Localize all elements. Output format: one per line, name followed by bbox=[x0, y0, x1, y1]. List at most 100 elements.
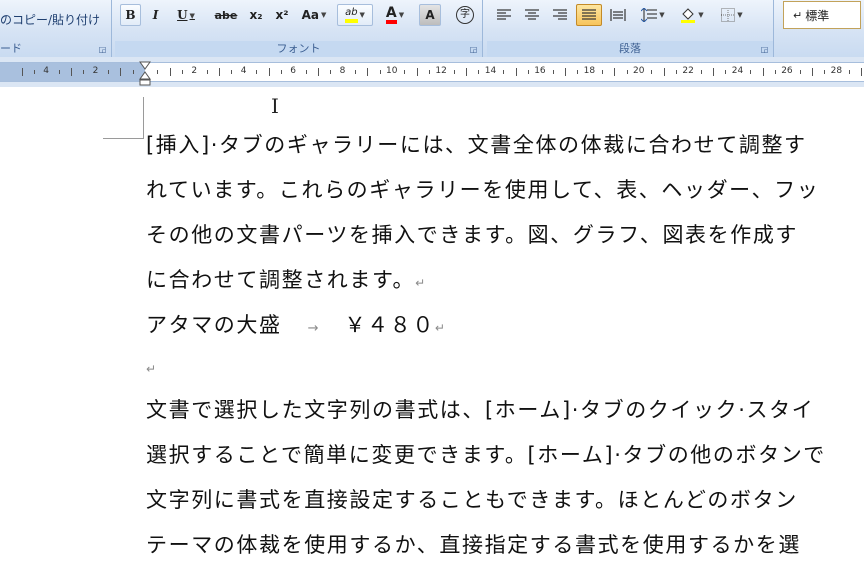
highlighter-icon: ab bbox=[345, 7, 358, 23]
ruler-tick bbox=[416, 68, 418, 76]
justify-button[interactable] bbox=[576, 4, 602, 26]
ruler-tick bbox=[379, 70, 381, 74]
align-center-icon bbox=[525, 9, 539, 20]
borders-icon bbox=[721, 8, 736, 22]
distributed-button[interactable] bbox=[606, 4, 630, 26]
ruler-tick bbox=[169, 68, 171, 76]
bold-button[interactable]: B bbox=[120, 4, 141, 26]
ruler-number: 8 bbox=[339, 66, 346, 76]
enclose-characters-button[interactable]: 字 bbox=[453, 4, 477, 26]
superscript-button[interactable]: x² bbox=[271, 4, 293, 26]
ruler-tick bbox=[21, 68, 23, 76]
paint-bucket-icon bbox=[681, 8, 696, 23]
ruler-tick bbox=[577, 70, 579, 74]
chevron-down-icon: ▼ bbox=[659, 11, 665, 19]
style-normal-label: 標準 bbox=[805, 8, 830, 23]
clipboard-launcher-icon[interactable]: ◲ bbox=[98, 45, 107, 54]
ruler-tick bbox=[527, 70, 529, 74]
ribbon: のコピー/貼り付け ード ◲ B I U ▼ abe x₂ x² Aa ▼ ab ▼ … bbox=[0, 0, 864, 58]
body-line[interactable]: テーマの体裁を使用するか、直接指定する書式を使用するかを選 bbox=[146, 529, 801, 559]
underline-button[interactable]: U ▼ bbox=[172, 4, 200, 26]
ruler-number: 28 bbox=[830, 66, 843, 76]
style-normal-button[interactable]: ↵ 標準 bbox=[783, 1, 861, 29]
ruler-tick bbox=[404, 70, 406, 74]
body-line[interactable]: れています。これらのギャラリーを使用して、表、ヘッダー、フッ bbox=[146, 174, 819, 204]
body-line[interactable]: に合わせて調整されます。↵ bbox=[146, 264, 425, 294]
ruler-number: 10 bbox=[386, 66, 398, 76]
ruler-number: 20 bbox=[633, 66, 645, 76]
ruler-tick bbox=[515, 68, 517, 76]
character-shading-button[interactable]: A bbox=[419, 4, 441, 26]
ruler-tick bbox=[663, 68, 665, 76]
chevron-down-icon: ▼ bbox=[359, 11, 365, 19]
ruler-tick bbox=[552, 70, 554, 74]
ruler-tick bbox=[317, 68, 319, 76]
font-group-label: フォント bbox=[115, 41, 482, 57]
ruler-tick bbox=[182, 70, 184, 74]
align-left-button[interactable] bbox=[492, 4, 516, 26]
text-cursor-icon: I bbox=[271, 94, 279, 118]
body-line[interactable]: [挿入]·タブのギャラリーには、文書全体の体裁に合わせて調整す bbox=[146, 129, 807, 159]
ruler-tick bbox=[848, 70, 850, 74]
ruler-tick bbox=[157, 70, 159, 74]
body-line[interactable]: 選択することで簡単に変更できます。[ホーム]·タブの他のボタンで bbox=[146, 439, 826, 469]
menu-item-name: アタマの大盛 bbox=[146, 313, 282, 337]
ruler-number: 16 bbox=[534, 66, 546, 76]
format-painter-button[interactable]: のコピー/貼り付け bbox=[0, 11, 100, 28]
line-spacing-button[interactable]: ▼ bbox=[637, 4, 669, 26]
ruler-tick bbox=[132, 70, 134, 74]
indent-marker-icon[interactable] bbox=[139, 60, 151, 86]
font-color-button[interactable]: A ▼ bbox=[377, 4, 413, 26]
ruler-number: 14 bbox=[484, 66, 497, 76]
ruler-tick bbox=[700, 70, 702, 74]
font-launcher-icon[interactable]: ◲ bbox=[469, 45, 478, 54]
paragraph-mark-icon: ↵ bbox=[793, 8, 803, 22]
change-case-label: Aa bbox=[301, 8, 319, 22]
italic-button[interactable]: I bbox=[146, 4, 165, 26]
change-case-button[interactable]: Aa ▼ bbox=[297, 4, 331, 26]
chevron-down-icon: ▼ bbox=[398, 11, 405, 19]
ruler-tick bbox=[231, 70, 233, 74]
paragraph-mark: ↵ bbox=[434, 321, 445, 335]
paragraph-launcher-icon[interactable]: ◲ bbox=[760, 45, 769, 54]
ruler-tick bbox=[268, 68, 270, 76]
ruler-tick bbox=[614, 68, 616, 76]
chevron-down-icon: ▼ bbox=[321, 11, 327, 19]
body-line-text: に合わせて調整されます。 bbox=[146, 268, 416, 292]
ruler-number: 6 bbox=[290, 66, 296, 76]
ruler-tick bbox=[651, 70, 653, 74]
highlight-button[interactable]: ab ▼ bbox=[337, 4, 373, 26]
distributed-icon bbox=[610, 9, 626, 21]
ruler-number: 18 bbox=[583, 66, 596, 76]
empty-line[interactable]: ↵ bbox=[146, 354, 156, 378]
ruler-number: 4 bbox=[240, 66, 247, 76]
justify-icon bbox=[582, 9, 596, 20]
menu-item-price: ￥４８０ bbox=[344, 313, 435, 337]
shading-button[interactable]: ▼ bbox=[675, 4, 709, 26]
menu-line[interactable]: アタマの大盛 → ￥４８０↵ bbox=[146, 309, 445, 339]
clipboard-group-label: ード bbox=[0, 42, 22, 55]
document-page[interactable]: I [挿入]·タブのギャラリーには、文書全体の体裁に合わせて調整す れています。… bbox=[0, 87, 864, 563]
ruler-tick bbox=[626, 70, 628, 74]
horizontal-ruler[interactable]: 4 2 2 4 6 8 10 12 14 16 18 20 22 24 26 28 bbox=[0, 62, 864, 82]
borders-button[interactable]: ▼ bbox=[715, 4, 749, 26]
ruler-tick bbox=[713, 68, 715, 76]
ruler-tick bbox=[354, 70, 356, 74]
align-center-button[interactable] bbox=[520, 4, 544, 26]
enclose-characters-icon: 字 bbox=[456, 6, 474, 24]
subscript-button[interactable]: x₂ bbox=[245, 4, 267, 26]
ruler-tick bbox=[256, 70, 258, 74]
body-line[interactable]: その他の文書パーツを挿入できます。図、グラフ、図表を作成す bbox=[146, 219, 798, 249]
chevron-down-icon: ▼ bbox=[737, 11, 743, 19]
margin-corner-mark bbox=[103, 138, 144, 139]
body-line[interactable]: 文書で選択した文字列の書式は、[ホーム]·タブのクイック·スタイ bbox=[146, 394, 814, 424]
ruler-number: 12 bbox=[435, 66, 447, 76]
font-color-icon: A bbox=[385, 6, 397, 24]
ruler-tick bbox=[478, 70, 480, 74]
align-right-button[interactable] bbox=[548, 4, 572, 26]
ruler-tick bbox=[305, 70, 307, 74]
ruler-tick bbox=[107, 70, 109, 74]
strikethrough-button[interactable]: abe bbox=[213, 4, 239, 26]
chevron-down-icon: ▼ bbox=[189, 10, 195, 20]
body-line[interactable]: 文字列に書式を直接設定することもできます。ほとんどのボタン bbox=[146, 484, 798, 514]
